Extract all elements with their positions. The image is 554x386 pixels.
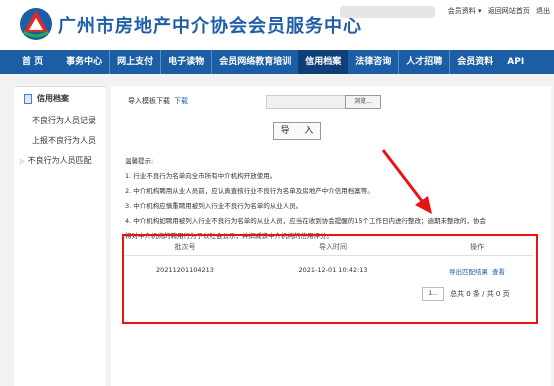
nav-payment[interactable]: 网上支付 bbox=[110, 50, 160, 74]
cell-import-time: 2021-12-01 10:42:13 bbox=[298, 266, 368, 274]
table-header: 批次号 导入时间 操作 bbox=[125, 242, 533, 256]
column-import-time: 导入时间 bbox=[319, 243, 347, 251]
table-row: 20211201104213 2021-12-01 10:42:13 导出匹配结… bbox=[125, 266, 533, 280]
tip-line: 3. 中介机构应慎重聘用被列入行业不良行为名单的从业人员。 bbox=[125, 202, 303, 210]
logo-icon bbox=[20, 8, 52, 40]
tip-line: 2. 中介机构聘用从业人员前，应认真查核行业不良行为名单及房地产中介信用档案等。 bbox=[125, 187, 374, 195]
sidebar-item-label: 不良行为人员匹配 bbox=[27, 156, 92, 165]
sidebar-header: 信用档案 bbox=[14, 87, 106, 111]
blurred-user-info bbox=[340, 6, 435, 18]
import-button[interactable]: 导 入 bbox=[273, 122, 321, 140]
cell-batch: 20211201104213 bbox=[156, 266, 214, 274]
pager-summary: 总共 0 条 / 共 0 页 bbox=[450, 290, 510, 298]
logout-link[interactable]: 退出 bbox=[536, 7, 550, 15]
tips-title: 温馨提示: bbox=[125, 157, 154, 165]
sidebar-item-bad-records[interactable]: 不良行为人员记录 bbox=[14, 111, 106, 131]
sidebar-item-match-bad[interactable]: ▷ 不良行为人员匹配 bbox=[14, 151, 106, 171]
main-panel: 导入模板下载 下载 浏览... 导 入 温馨提示: 1. 行业不良行为名单向全市所… bbox=[111, 86, 551, 386]
home-link[interactable]: 返回网站首页 bbox=[488, 7, 530, 15]
export-match-link[interactable]: 导出匹配结果 bbox=[449, 268, 488, 276]
document-icon bbox=[24, 94, 32, 104]
tip-line: 1. 行业不良行为名单向全市所有中介机构开放使用。 bbox=[125, 172, 277, 180]
nav-member-info[interactable]: 会员资料 bbox=[450, 50, 500, 74]
nav-api[interactable]: API bbox=[500, 50, 531, 74]
pagination: 1... 总共 0 条 / 共 0 页 bbox=[422, 286, 537, 302]
sidebar-item-report-bad[interactable]: 上报不良行为人员 bbox=[14, 131, 106, 151]
nav-training[interactable]: 会员网络教育培训 bbox=[212, 50, 298, 74]
nav-legal[interactable]: 法律咨询 bbox=[348, 50, 398, 74]
cell-actions: 导出匹配结果 查看 bbox=[421, 266, 533, 280]
nav-home[interactable]: 首 页 bbox=[0, 50, 59, 74]
nav-credit-archive[interactable]: 信用档案 bbox=[298, 50, 349, 74]
column-batch: 批次号 bbox=[174, 243, 196, 251]
header: 广州市房地产中介协会会员服务中心 会员资料 ▾ 返回网站首页 退出 bbox=[0, 0, 554, 50]
sidebar: 信用档案 不良行为人员记录 上报不良行为人员 ▷ 不良行为人员匹配 bbox=[14, 86, 106, 386]
site-title: 广州市房地产中介协会会员服务中心 bbox=[58, 16, 362, 37]
nav-ebooks[interactable]: 电子读物 bbox=[161, 50, 211, 74]
tips-block: 温馨提示: 1. 行业不良行为名单向全市所有中介机构开放使用。 2. 中介机构聘… bbox=[125, 154, 545, 244]
chevron-right-icon: ▷ bbox=[20, 158, 25, 165]
view-link[interactable]: 查看 bbox=[492, 268, 505, 276]
sidebar-title: 信用档案 bbox=[37, 94, 69, 103]
tip-line: 4. 中介机构如聘用被列入行业不良行为名单的从业人员，应当在收到协会提醒的15个… bbox=[125, 217, 487, 225]
nav-affairs[interactable]: 事务中心 bbox=[59, 50, 109, 74]
nav-jobs[interactable]: 人才招聘 bbox=[399, 50, 449, 74]
top-links: 会员资料 ▾ 返回网站首页 退出 bbox=[444, 6, 550, 16]
browse-button[interactable]: 浏览... bbox=[345, 95, 381, 109]
member-info-link[interactable]: 会员资料 ▾ bbox=[448, 7, 482, 15]
download-link[interactable]: 下载 bbox=[174, 97, 188, 105]
template-label: 导入模板下载 bbox=[128, 97, 170, 105]
column-actions: 操作 bbox=[470, 243, 484, 251]
template-download-row: 导入模板下载 下载 bbox=[128, 96, 188, 106]
page-number-input[interactable]: 1... bbox=[422, 287, 444, 301]
file-path-input[interactable] bbox=[266, 95, 346, 109]
main-nav: 首 页 事务中心 网上支付 电子读物 会员网络教育培训 信用档案 法律咨询 人才… bbox=[0, 50, 554, 74]
